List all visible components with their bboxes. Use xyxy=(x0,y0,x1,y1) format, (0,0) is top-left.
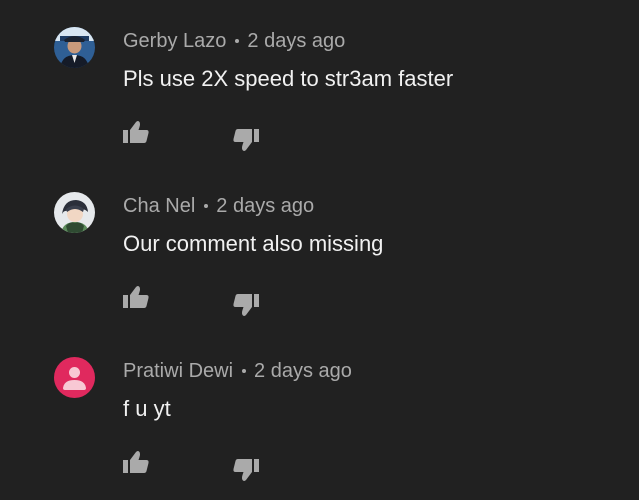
author-name[interactable]: Gerby Lazo xyxy=(123,30,226,52)
comment-text: Our comment also missing xyxy=(123,231,384,256)
like-button[interactable] xyxy=(121,283,151,313)
comment-meta: Pratiwi Dewi 2 days ago xyxy=(123,359,352,383)
thumbs-up-icon xyxy=(121,448,151,478)
comment-item: Cha Nel 2 days ago Our comment also missi… xyxy=(0,165,639,330)
separator-dot xyxy=(235,38,240,43)
default-user-icon[interactable] xyxy=(54,357,95,398)
comment-text: f u yt xyxy=(123,396,171,421)
comment-timestamp[interactable]: 2 days ago xyxy=(254,360,352,382)
dislike-button[interactable] xyxy=(231,124,261,154)
comment-meta: Cha Nel 2 days ago xyxy=(123,194,314,218)
thumbs-down-icon xyxy=(231,124,261,154)
comment-meta: Gerby Lazo 2 days ago xyxy=(123,29,345,53)
comment-text: Pls use 2X speed to str3am faster xyxy=(123,66,454,91)
separator-dot xyxy=(242,368,247,373)
comment-timestamp[interactable]: 2 days ago xyxy=(216,195,314,217)
comment-item: Pratiwi Dewi 2 days ago f u yt xyxy=(0,330,639,495)
comment-list: Gerby Lazo 2 days ago Pls use 2X speed to… xyxy=(0,0,639,500)
thumbs-up-icon xyxy=(121,118,151,148)
dislike-button[interactable] xyxy=(231,289,261,319)
comment-timestamp[interactable]: 2 days ago xyxy=(247,30,345,52)
comment-item: Gerby Lazo 2 days ago Pls use 2X speed to… xyxy=(0,0,639,165)
like-button[interactable] xyxy=(121,118,151,148)
thumbs-down-icon xyxy=(231,454,261,484)
author-name[interactable]: Pratiwi Dewi xyxy=(123,360,233,382)
separator-dot xyxy=(204,203,209,208)
photo-avatar-icon[interactable] xyxy=(54,27,95,68)
thumbs-down-icon xyxy=(231,289,261,319)
author-name[interactable]: Cha Nel xyxy=(123,195,195,217)
thumbs-up-icon xyxy=(121,283,151,313)
like-button[interactable] xyxy=(121,448,151,478)
anime-avatar-icon[interactable] xyxy=(54,192,95,233)
dislike-button[interactable] xyxy=(231,454,261,484)
